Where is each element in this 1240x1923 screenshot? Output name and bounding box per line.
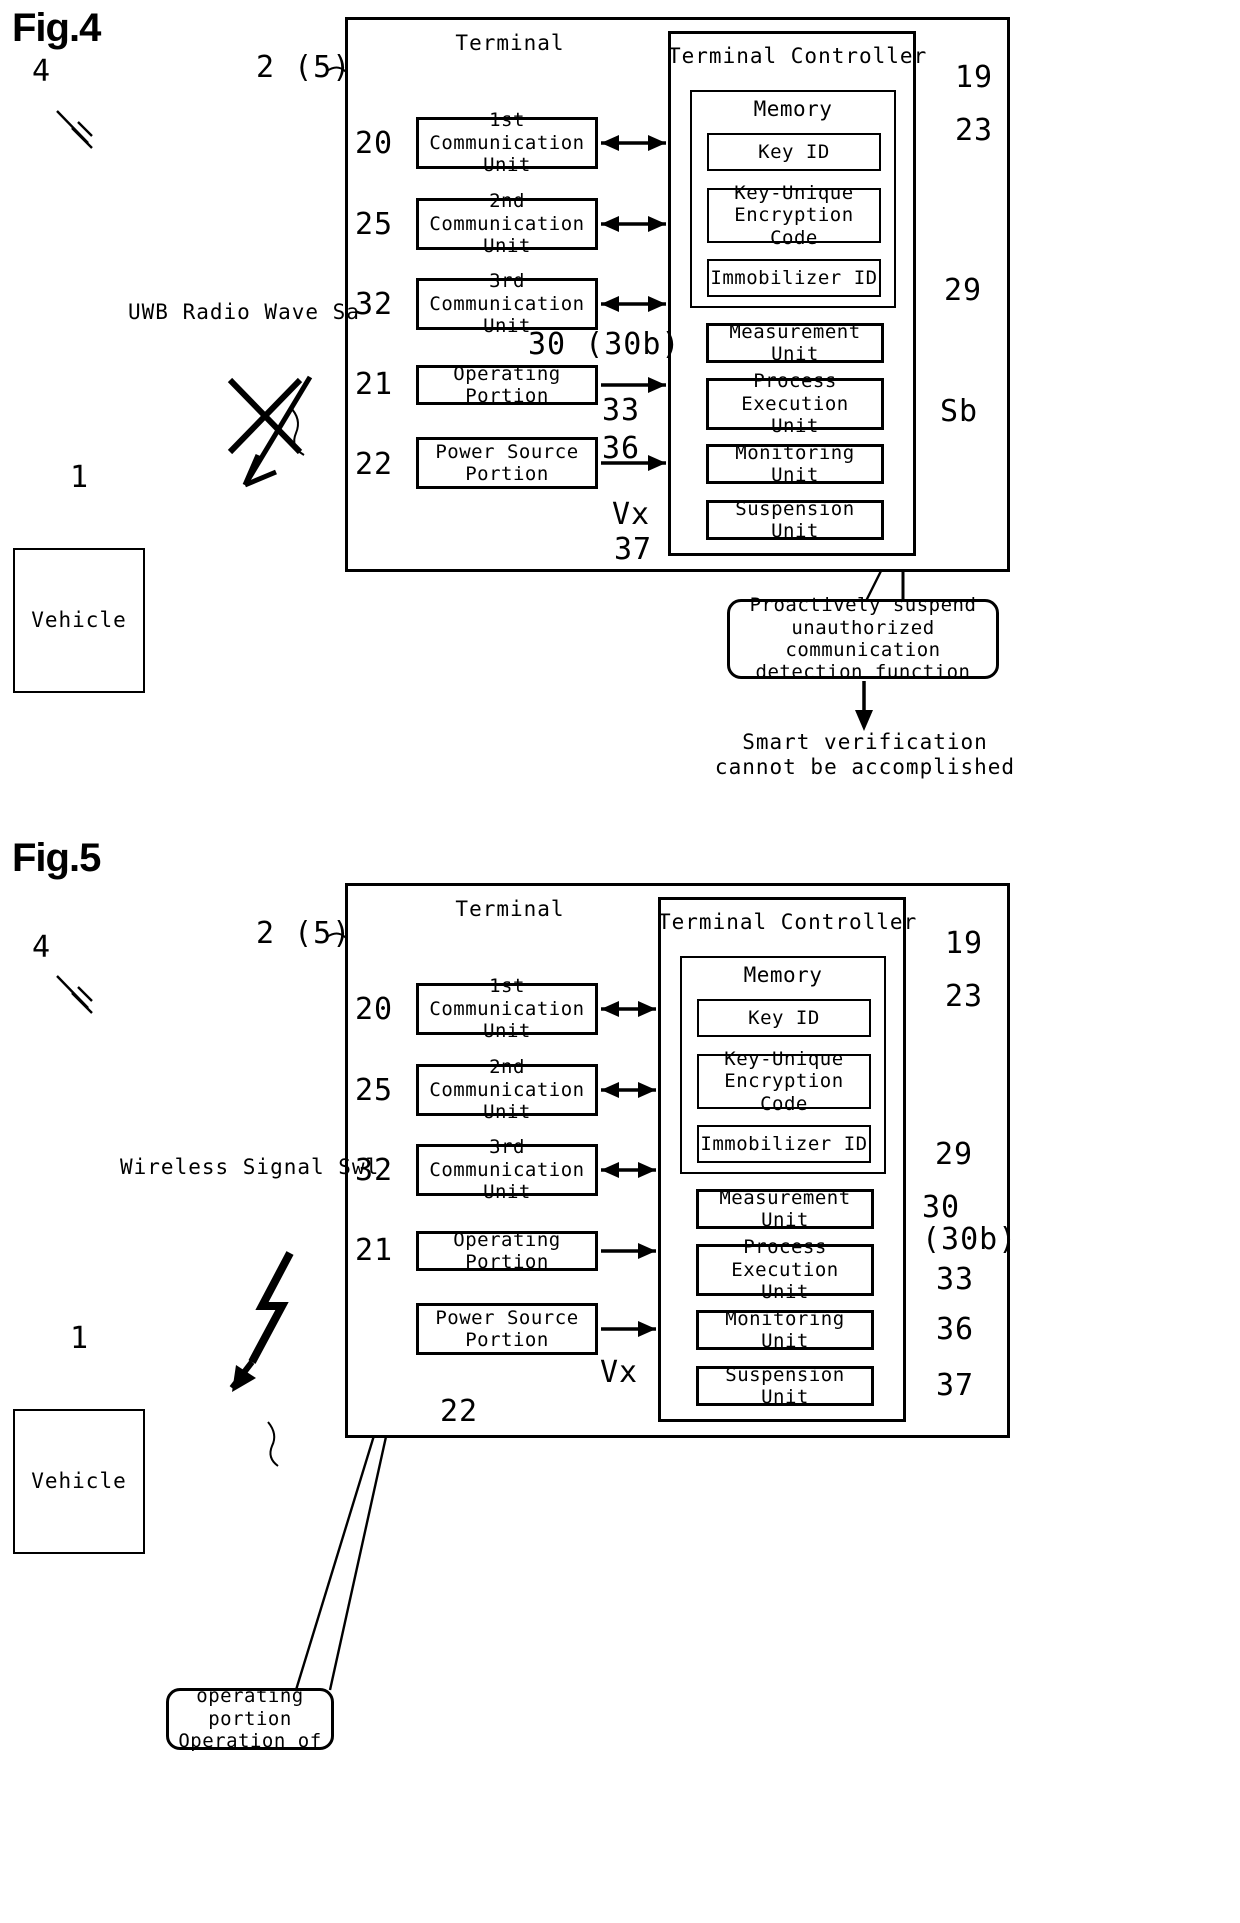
terminal-controller-title-fig4: Terminal Controller — [668, 44, 928, 68]
terminal-controller-ref-fig5: 19 — [945, 926, 984, 961]
vehicle-ref-fig5: 1 — [70, 1321, 90, 1356]
unit-ref-20-fig5: 20 — [355, 992, 394, 1027]
first-communication-unit-fig5: 1st Communication Unit — [416, 975, 598, 1042]
callout-operating-portion-fig5: operating portion Operation of — [166, 1685, 334, 1753]
unit-label: Suspension Unit — [735, 497, 855, 542]
unit-ref-25-fig4: 25 — [355, 207, 394, 242]
inline-ref-33-fig4: 33 — [602, 393, 641, 428]
inline-ref-37-fig4: 37 — [614, 532, 653, 567]
unit-label: Operating Portion — [453, 1228, 561, 1273]
unit-label: Monitoring Unit — [735, 441, 855, 486]
second-communication-unit-fig4: 2nd Communication Unit — [416, 190, 598, 257]
vehicle-ref-fig4: 1 — [70, 460, 90, 495]
terminal-controller-ref-fig4: 19 — [955, 60, 994, 95]
monitoring-unit-fig4: Monitoring Unit — [706, 441, 884, 486]
suspension-unit-fig4: Suspension Unit — [706, 497, 884, 542]
memory-title-fig4: Memory — [753, 97, 833, 121]
unit-label: Measurement Unit — [719, 1186, 851, 1231]
unit-ref-20-fig4: 20 — [355, 126, 394, 161]
vehicle-label: Vehicle — [31, 607, 127, 632]
memory-item-label: Key-Unique Encryption Code — [734, 181, 854, 249]
unit-ref-29-fig4: 29 — [944, 273, 983, 308]
unit-ref-21-fig4: 21 — [355, 367, 394, 402]
suspension-unit-fig5: Suspension Unit — [696, 1363, 874, 1408]
vehicle-label: Vehicle — [31, 1468, 127, 1493]
inline-ref-vx-fig5: Vx — [600, 1355, 639, 1390]
memory-ref-fig4: 23 — [955, 113, 994, 148]
unit-label: 3rd Communication Unit — [429, 1136, 585, 1204]
memory-ref-fig5: 23 — [945, 979, 984, 1014]
memory-item-label: Key-Unique Encryption Code — [724, 1047, 844, 1115]
vehicle-box-fig4: Vehicle — [13, 548, 145, 693]
memory-item-label: Key ID — [748, 1006, 820, 1029]
figure-4-system-ref: 4 — [32, 54, 52, 89]
unit-ref-30-fig5: 30 (30b) — [922, 1190, 1018, 1257]
inline-ref-22-fig5: 22 — [440, 1394, 479, 1429]
memory-item-key-id-fig5: Key ID — [697, 999, 871, 1037]
uwb-radio-wave-label-fig4: UWB Radio Wave Sa — [128, 300, 360, 324]
third-communication-unit-fig4: 3rd Communication Unit — [416, 270, 598, 337]
memory-item-label: Immobilizer ID — [700, 1132, 868, 1155]
unit-label: Power Source Portion — [435, 440, 579, 485]
power-source-portion-fig5: Power Source Portion — [416, 1303, 598, 1355]
unit-label: Monitoring Unit — [725, 1307, 845, 1352]
side-ref-sb-fig4: Sb — [940, 394, 979, 429]
first-communication-unit-fig4: 1st Communication Unit — [416, 109, 598, 176]
memory-item-immobilizer-id-fig4: Immobilizer ID — [707, 259, 881, 297]
memory-item-key-unique-encryption-code-fig4: Key-Unique Encryption Code — [707, 182, 881, 249]
unit-label: 2nd Communication Unit — [429, 190, 585, 258]
measurement-unit-fig5: Measurement Unit — [696, 1186, 874, 1231]
figure-5-terminal-ref: 2 (5) — [256, 916, 352, 951]
callout-text: operating portion Operation of — [178, 1685, 322, 1753]
operating-portion-fig5: Operating Portion — [416, 1228, 598, 1273]
process-execution-unit-fig4: Process Execution Unit — [706, 370, 884, 437]
conclusion-text-fig4: Smart verification cannot be accomplishe… — [714, 730, 1016, 780]
third-communication-unit-fig5: 3rd Communication Unit — [416, 1136, 598, 1203]
unit-label: Power Source Portion — [435, 1306, 579, 1351]
inline-ref-30-fig4: 30 (30b) — [528, 327, 681, 362]
memory-item-key-unique-encryption-code-fig5: Key-Unique Encryption Code — [697, 1048, 871, 1115]
memory-item-immobilizer-id-fig5: Immobilizer ID — [697, 1125, 871, 1163]
unit-label: 1st Communication Unit — [429, 109, 585, 177]
unit-label: Process Execution Unit — [741, 370, 849, 438]
operating-portion-fig4: Operating Portion — [416, 362, 598, 407]
callout-text: Proactively suspend unauthorized communi… — [749, 594, 977, 684]
figure-4-terminal-ref: 2 (5) — [256, 50, 352, 85]
figure-4-title: Fig.4 — [12, 6, 101, 50]
vehicle-box-fig5: Vehicle — [13, 1409, 145, 1554]
inline-ref-vx-fig4: Vx — [612, 497, 651, 532]
unit-label: Operating Portion — [453, 362, 561, 407]
unit-label: Measurement Unit — [729, 320, 861, 365]
unit-label: Suspension Unit — [725, 1363, 845, 1408]
inline-ref-36-fig4: 36 — [602, 431, 641, 466]
unit-ref-36-fig5: 36 — [936, 1312, 975, 1347]
process-execution-unit-fig5: Process Execution Unit — [696, 1236, 874, 1303]
wireless-signal-label-fig5: Wireless Signal Swl — [120, 1155, 380, 1179]
figure-5-system-ref: 4 — [32, 930, 52, 965]
unit-ref-22-fig4: 22 — [355, 447, 394, 482]
monitoring-unit-fig5: Monitoring Unit — [696, 1307, 874, 1352]
unit-label: 1st Communication Unit — [429, 975, 585, 1043]
power-source-portion-fig4: Power Source Portion — [416, 437, 598, 489]
unit-ref-33-fig5: 33 — [936, 1262, 975, 1297]
unit-ref-29-fig5: 29 — [935, 1137, 974, 1172]
terminal-title-fig4: Terminal — [455, 31, 565, 55]
figure-5-title: Fig.5 — [12, 836, 101, 880]
callout-proactively-suspend-fig4: Proactively suspend unauthorized communi… — [727, 594, 999, 683]
unit-ref-37-fig5: 37 — [936, 1368, 975, 1403]
memory-item-label: Immobilizer ID — [710, 266, 878, 289]
memory-item-key-id-fig4: Key ID — [707, 133, 881, 171]
memory-title-fig5: Memory — [743, 963, 823, 987]
memory-item-label: Key ID — [758, 140, 830, 163]
measurement-unit-fig4: Measurement Unit — [706, 320, 884, 365]
unit-label: Process Execution Unit — [731, 1236, 839, 1304]
terminal-controller-title-fig5: Terminal Controller — [658, 910, 918, 934]
terminal-title-fig5: Terminal — [455, 897, 565, 921]
unit-ref-21-fig5: 21 — [355, 1233, 394, 1268]
unit-label: 2nd Communication Unit — [429, 1056, 585, 1124]
unit-ref-25-fig5: 25 — [355, 1073, 394, 1108]
second-communication-unit-fig5: 2nd Communication Unit — [416, 1056, 598, 1123]
